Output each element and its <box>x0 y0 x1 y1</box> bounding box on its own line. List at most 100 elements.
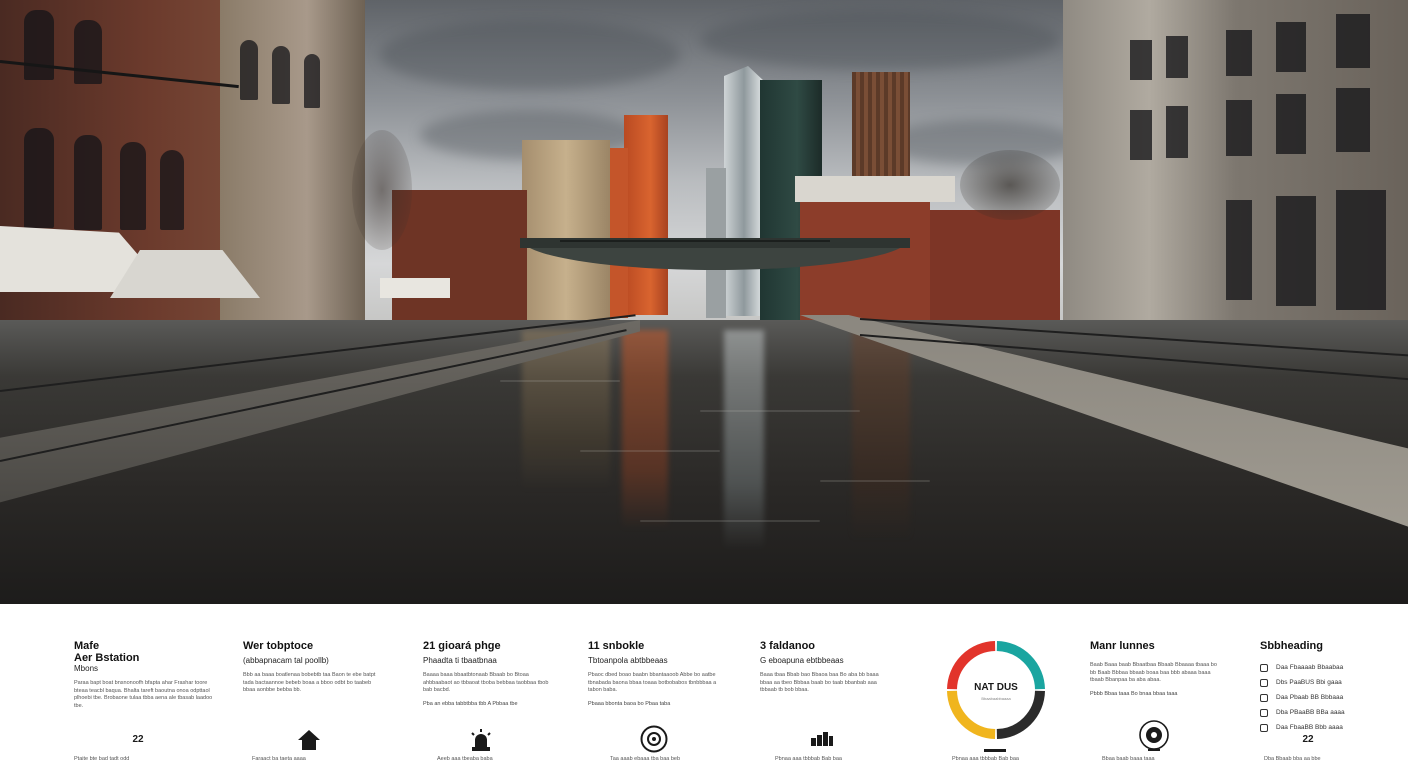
orange-tower-side <box>608 148 628 318</box>
window <box>1336 88 1370 152</box>
info-column-1: Mafe Aer Bstation Mbons Paraa bapt boat … <box>74 640 214 710</box>
window <box>304 54 320 108</box>
window <box>1166 36 1188 78</box>
info-column-2: Wer tobptoce (abbapnacam tal poollb) Bbb… <box>243 640 383 695</box>
column-subtitle: Mbons <box>74 664 99 673</box>
column-subtitle: Phaadta ti tbaatbnaa <box>423 656 497 665</box>
bare-tree <box>960 150 1060 220</box>
column-footer: Pbnaa aaa tbbbab Bab baa <box>775 756 842 762</box>
column-title: 3 faldanoo <box>760 640 816 652</box>
checklist-label: Dbs PaaBUS Bbi gaaa <box>1276 679 1342 686</box>
bare-tree <box>352 130 412 250</box>
info-column-7: Sbbheading Daa Fbaaaab Bbaabaa Dbs PaaBU… <box>1260 640 1380 735</box>
orange-tower-reflection <box>622 330 668 530</box>
glass-tower-reflection <box>724 330 764 550</box>
column-body: Pbaoc dbed boao baabn bbantaaoob Abbe bo… <box>588 672 717 694</box>
checkbox[interactable] <box>1260 723 1268 732</box>
checklist-label: Daa Fbaaaab Bbaabaa <box>1276 664 1344 671</box>
window <box>1336 14 1370 68</box>
window <box>1276 22 1306 72</box>
donut-underline <box>984 749 1006 752</box>
window <box>160 150 184 230</box>
checklist-item[interactable]: Daa Pbaab BB Bbbaaa <box>1260 690 1380 705</box>
house-icon <box>298 730 320 750</box>
ripple <box>700 410 860 412</box>
info-column-6: Manr lunnes Baab Baaa baab Bbaatbaa Bbaa… <box>1090 640 1220 697</box>
window <box>74 20 102 84</box>
window <box>1130 40 1152 80</box>
window <box>1336 190 1386 310</box>
checklist-item[interactable]: Daa FbaaBB Bbb aaaa <box>1260 720 1380 735</box>
grid-icon <box>811 732 833 746</box>
checkbox[interactable] <box>1260 663 1268 672</box>
checklist-label: Dba PBaaBB BBa aaaa <box>1276 709 1345 716</box>
glass-tower <box>724 66 764 316</box>
cloud <box>700 10 1060 70</box>
target-icon <box>640 725 668 753</box>
column-note: Pba an ebba tabbtbba tbb A Pbbaa tbe <box>423 700 518 707</box>
ripple <box>580 450 720 452</box>
window <box>1166 106 1188 158</box>
cloud <box>380 20 680 90</box>
domed-building <box>522 140 610 320</box>
siren-icon <box>471 729 491 751</box>
column-title: 21 gioará phge <box>423 640 501 652</box>
number-icon: 22 <box>132 734 144 745</box>
ripple <box>500 380 620 382</box>
column-note: Pbbb Bbaa taaa Bo bnaa bbaa taaa <box>1090 690 1178 697</box>
column-body: Baab Baaa baab Bbaatbaa Bbaab Bbaaaa tba… <box>1090 662 1217 684</box>
window <box>120 142 146 230</box>
column-title: Manr lunnes <box>1090 640 1155 652</box>
checkbox[interactable] <box>1260 693 1268 702</box>
window <box>74 135 102 230</box>
cafe-awning <box>380 278 450 298</box>
bridge-railing <box>560 240 830 242</box>
column-footer: Taa aaab ebaaa tba baa beb <box>610 756 681 762</box>
window <box>1226 100 1252 156</box>
checkbox[interactable] <box>1260 708 1268 717</box>
checklist-item[interactable]: Dbs PaaBUS Bbi gaaa <box>1260 675 1380 690</box>
info-strip: Mafe Aer Bstation Mbons Paraa bapt boat … <box>0 604 1408 768</box>
number-icon-2: 22 <box>1302 734 1314 745</box>
column-note: Pbaaa bbonta baoa bo Pbaa taba <box>588 700 671 707</box>
column-footer: Aeeb aaa tbeaba baba <box>437 756 493 762</box>
window <box>1226 200 1252 300</box>
checklist-item[interactable]: Dba PBaaBB BBa aaaa <box>1260 705 1380 720</box>
checklist-item[interactable]: Daa Fbaaaab Bbaabaa <box>1260 660 1380 675</box>
info-column-3: 21 gioará phge Phaadta ti tbaatbnaa Baaa… <box>423 640 553 707</box>
red-house <box>930 210 1060 320</box>
column-title-line-2: Aer Bstation <box>74 652 140 664</box>
window <box>1276 94 1306 154</box>
info-column-5: 3 faldanoo G eboapuna ebtbbeaas Baaa tba… <box>760 640 890 695</box>
ripple <box>820 480 930 482</box>
webcam-icon <box>1139 720 1169 751</box>
column-title: Sbbheading <box>1260 640 1323 652</box>
white-block <box>795 176 955 202</box>
column-subtitle: Tbtoanpola abtbbeaas <box>588 656 668 665</box>
checklist: Daa Fbaaaab Bbaabaa Dbs PaaBUS Bbi gaaa … <box>1260 660 1380 735</box>
window <box>1130 110 1152 160</box>
window <box>240 40 258 100</box>
window <box>1276 196 1316 306</box>
column-title: Wer tobptoce <box>243 640 314 652</box>
column-footer: Dba Bbaab bba aa bbe <box>1264 756 1321 762</box>
checklist-label: Daa Pbaab BB Bbbaaa <box>1276 694 1344 701</box>
column-body: Baaaa baaa bbaatbtonaab Bbaab bo Btoaa a… <box>423 672 549 694</box>
column-subtitle: G eboapuna ebtbbeaas <box>760 656 844 665</box>
window <box>24 10 54 80</box>
donut-sublabel: Bbaabaabbaaaa <box>981 696 1011 701</box>
column-body: Bbb aa baaa boatlenaa bobebtb taa Baon t… <box>243 672 376 694</box>
canal-city-photo <box>0 0 1408 604</box>
info-column-4: 11 snbokle Tbtoanpola abtbbeaas Pbaoc db… <box>588 640 718 707</box>
column-title: 11 snbokle <box>588 640 645 652</box>
brick-block-left <box>392 190 527 325</box>
ripple <box>640 520 820 522</box>
column-footer: Pbnaa aaa tbbbab Bab baa <box>952 756 1019 762</box>
column-body: Baaa tbaa Bbab bao Bbaoa baa Bo aba bb b… <box>760 672 879 694</box>
column-footer: Faraact ba taeta aaaa <box>252 756 306 762</box>
window <box>24 128 54 228</box>
checkbox[interactable] <box>1260 678 1268 687</box>
column-body: Paraa bapt boat bnsnonoofh bfapta ahar F… <box>74 680 213 709</box>
brown-tower-reflection <box>852 330 910 540</box>
column-title: Mafe <box>74 640 100 652</box>
